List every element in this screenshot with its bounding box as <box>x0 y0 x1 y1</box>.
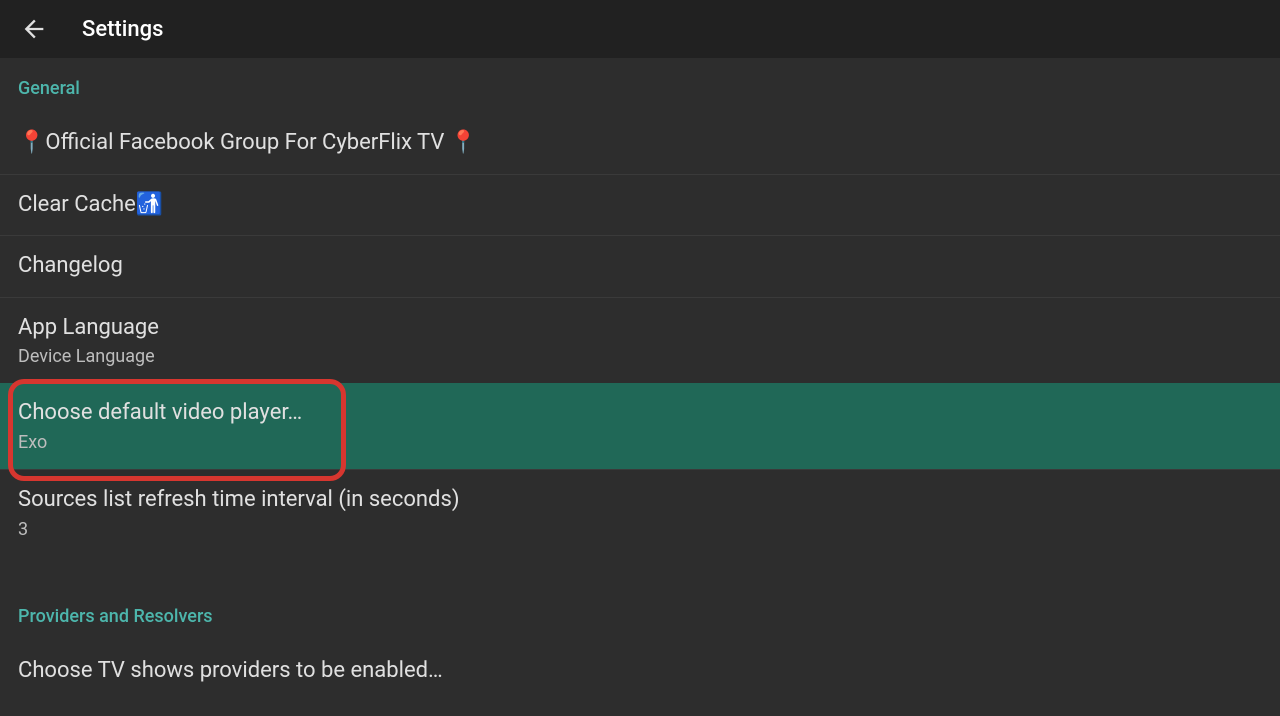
setting-title: 📍Official Facebook Group For CyberFlix T… <box>18 129 1262 158</box>
back-arrow-icon[interactable] <box>16 11 52 47</box>
setting-title: Choose default video player… <box>18 399 1262 428</box>
setting-subtitle: Device Language <box>18 346 1262 367</box>
setting-title: Choose TV shows providers to be enabled… <box>18 657 1262 686</box>
settings-content: General 📍Official Facebook Group For Cyb… <box>0 58 1280 716</box>
setting-sources-refresh-interval[interactable]: Sources list refresh time interval (in s… <box>0 470 1280 556</box>
section-header-general: General <box>0 58 1280 113</box>
setting-facebook-group[interactable]: 📍Official Facebook Group For CyberFlix T… <box>0 113 1280 175</box>
setting-subtitle: 3 <box>18 519 1262 540</box>
page-title: Settings <box>82 17 163 42</box>
setting-title: Sources list refresh time interval (in s… <box>18 486 1262 515</box>
setting-default-video-player[interactable]: Choose default video player… Exo <box>0 383 1280 470</box>
app-header: Settings <box>0 0 1280 58</box>
setting-clear-cache[interactable]: Clear Cache🚮 <box>0 175 1280 237</box>
setting-subtitle: Exo <box>18 432 1262 453</box>
setting-title: App Language <box>18 314 1262 343</box>
setting-changelog[interactable]: Changelog <box>0 236 1280 298</box>
setting-title: Changelog <box>18 252 1262 281</box>
section-header-providers: Providers and Resolvers <box>0 586 1280 641</box>
highlight-annotation <box>8 379 346 481</box>
setting-title: Clear Cache🚮 <box>18 191 1262 220</box>
setting-app-language[interactable]: App Language Device Language <box>0 298 1280 384</box>
setting-tv-providers[interactable]: Choose TV shows providers to be enabled… <box>0 641 1280 702</box>
